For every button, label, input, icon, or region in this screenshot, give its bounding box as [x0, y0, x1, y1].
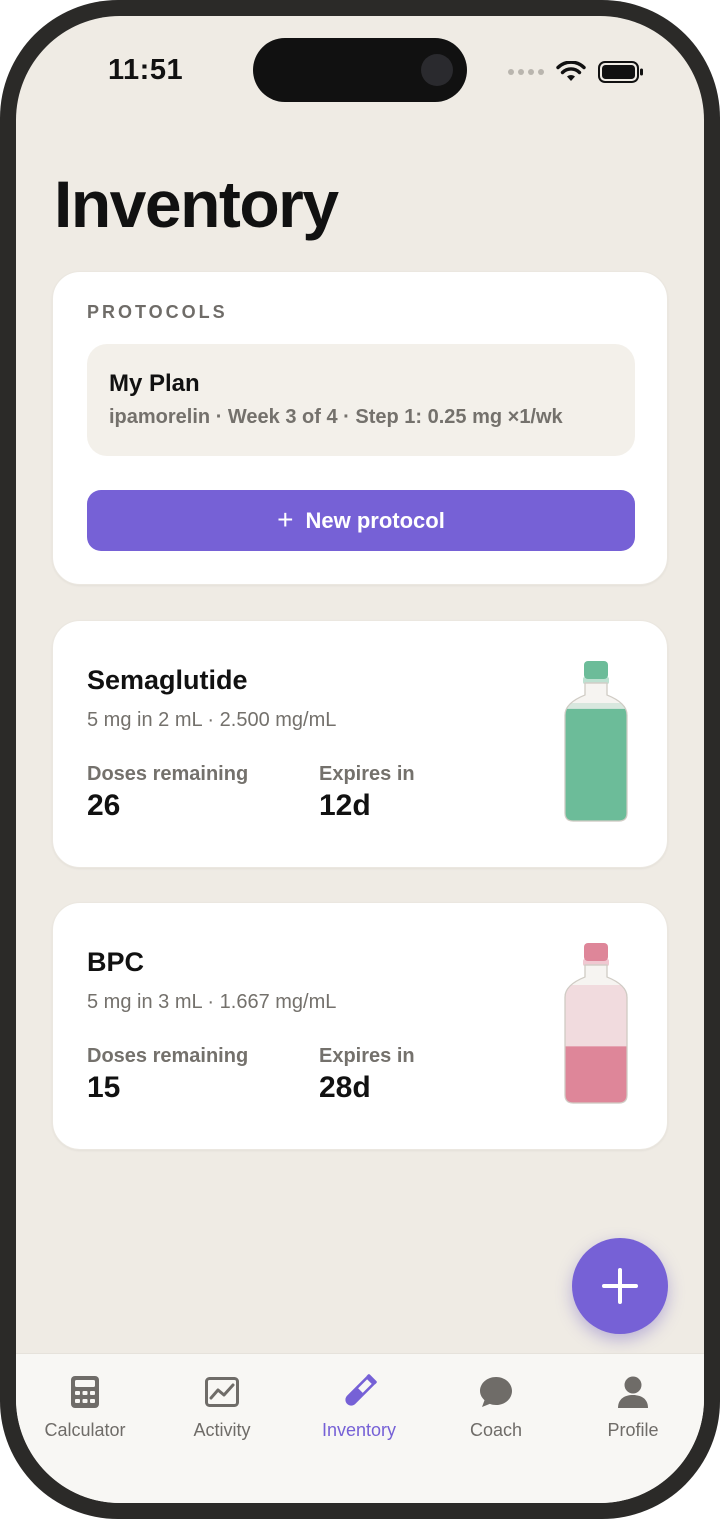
screen: 11:51 Inventory PROTOCOLS My Plan ipamor… [16, 16, 704, 1503]
phone-frame: 11:51 Inventory PROTOCOLS My Plan ipamor… [0, 0, 720, 1519]
new-protocol-button[interactable]: + New protocol [87, 490, 635, 551]
vial-bottle-icon [564, 943, 628, 1104]
battery-icon [598, 61, 643, 83]
chart-icon [205, 1377, 239, 1407]
signal-icon [508, 69, 544, 75]
protocol-detail: ipamorelin · Week 3 of 4 · Step 1: 0.25 … [109, 406, 563, 428]
page-title: Inventory [54, 167, 339, 241]
vial-name: BPC [87, 947, 145, 977]
protocol-name: My Plan [109, 370, 200, 397]
vial-concentration: 5 mg in 3 mL · 1.667 mg/mL [87, 991, 337, 1013]
camera-icon [421, 54, 453, 86]
expires-value: 28d [319, 1071, 371, 1104]
doses-remaining-label: Doses remaining [87, 1045, 249, 1067]
doses-remaining-label: Doses remaining [87, 763, 249, 785]
wifi-icon [556, 61, 586, 81]
tab-label: Profile [607, 1420, 659, 1440]
tab-inventory[interactable]: Inventory [299, 1372, 419, 1441]
test-tube-icon [345, 1374, 377, 1406]
tab-label: Inventory [321, 1420, 397, 1440]
tab-label: Calculator [44, 1420, 126, 1440]
vial-bottle-icon [564, 661, 628, 822]
protocol-item-my-plan[interactable]: My Plan ipamorelin · Week 3 of 4 · Step … [87, 344, 635, 456]
status-time: 11:51 [108, 54, 184, 86]
tab-label: Coach [469, 1420, 523, 1440]
tab-coach[interactable]: Coach [436, 1372, 556, 1441]
tab-label: Activity [193, 1420, 251, 1440]
plus-icon: + [277, 503, 294, 535]
expires-value: 12d [319, 789, 371, 822]
tab-activity[interactable]: Activity [162, 1372, 282, 1441]
tab-bar: Calculator Activity Inventory Coach Prof… [16, 1353, 704, 1503]
vial-name: Semaglutide [87, 665, 248, 695]
doses-remaining-value: 15 [87, 1071, 121, 1104]
protocols-card: PROTOCOLS My Plan ipamorelin · Week 3 of… [52, 271, 668, 585]
add-floating-button[interactable] [572, 1238, 668, 1334]
new-protocol-label: New protocol [305, 507, 445, 533]
tab-calculator[interactable]: Calculator [25, 1372, 145, 1441]
expires-label: Expires in [319, 1045, 415, 1067]
vial-card-bpc[interactable]: BPC 5 mg in 3 mL · 1.667 mg/mL Doses rem… [52, 902, 668, 1150]
chat-bubble-icon [480, 1377, 512, 1407]
vial-concentration: 5 mg in 2 mL · 2.500 mg/mL [87, 709, 337, 731]
plus-icon [602, 1268, 638, 1304]
vial-card-semaglutide[interactable]: Semaglutide 5 mg in 2 mL · 2.500 mg/mL D… [52, 620, 668, 868]
doses-remaining-value: 26 [87, 789, 121, 822]
tab-profile[interactable]: Profile [573, 1372, 693, 1441]
protocols-section-label: PROTOCOLS [87, 302, 228, 322]
dynamic-island [253, 38, 467, 102]
status-indicators [508, 60, 644, 84]
calculator-icon [71, 1376, 99, 1408]
person-icon [618, 1376, 648, 1408]
expires-label: Expires in [319, 763, 415, 785]
